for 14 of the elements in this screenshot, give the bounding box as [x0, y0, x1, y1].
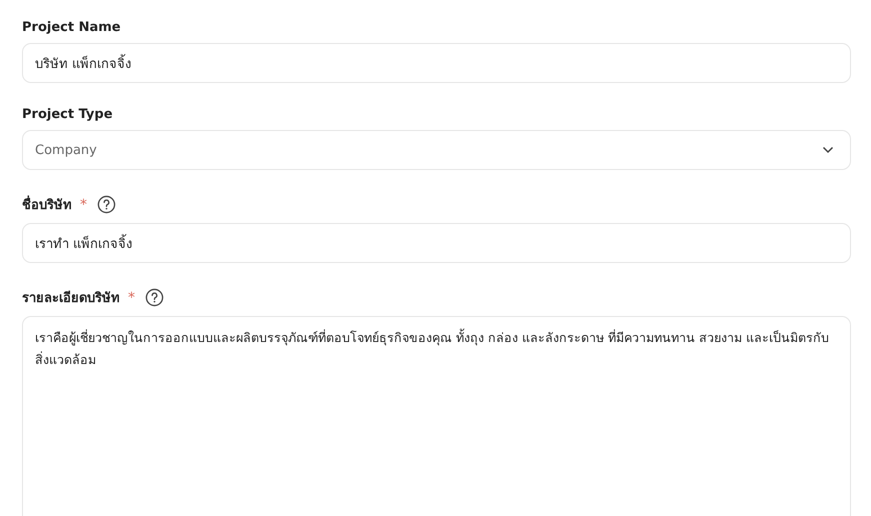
- select-field[interactable]: Company: [22, 130, 851, 170]
- field-label: Project Type: [22, 107, 113, 122]
- required-mark: *: [128, 290, 135, 306]
- textarea-field[interactable]: เราคือผู้เชี่ยวชาญในการออกแบบและผลิตบรรจุภัณฑ์ที่ตอบโจทย์ธุรกิจของคุณ ทั้งถุง กล่อง และลังกระดาษ ที่มีความทนทาน สวยงาม และเป็นมิตรกับสิ่งแวดล้อม: [22, 316, 851, 516]
- field-label: Project Name: [22, 20, 121, 35]
- help-icon[interactable]: [145, 288, 164, 307]
- select-value: Company: [35, 142, 97, 158]
- help-icon[interactable]: [97, 195, 116, 214]
- input-field[interactable]: บริษัท แพ็กเกจจิ้ง: [22, 43, 851, 83]
- input-field[interactable]: เราทำ แพ็กเกจจิ้ง: [22, 223, 851, 263]
- required-mark: *: [80, 196, 87, 212]
- field-label: รายละเอียดบริษัท: [22, 290, 120, 308]
- field-label: ชื่อบริษัท: [22, 194, 72, 215]
- chevron-down-icon: [822, 146, 834, 154]
